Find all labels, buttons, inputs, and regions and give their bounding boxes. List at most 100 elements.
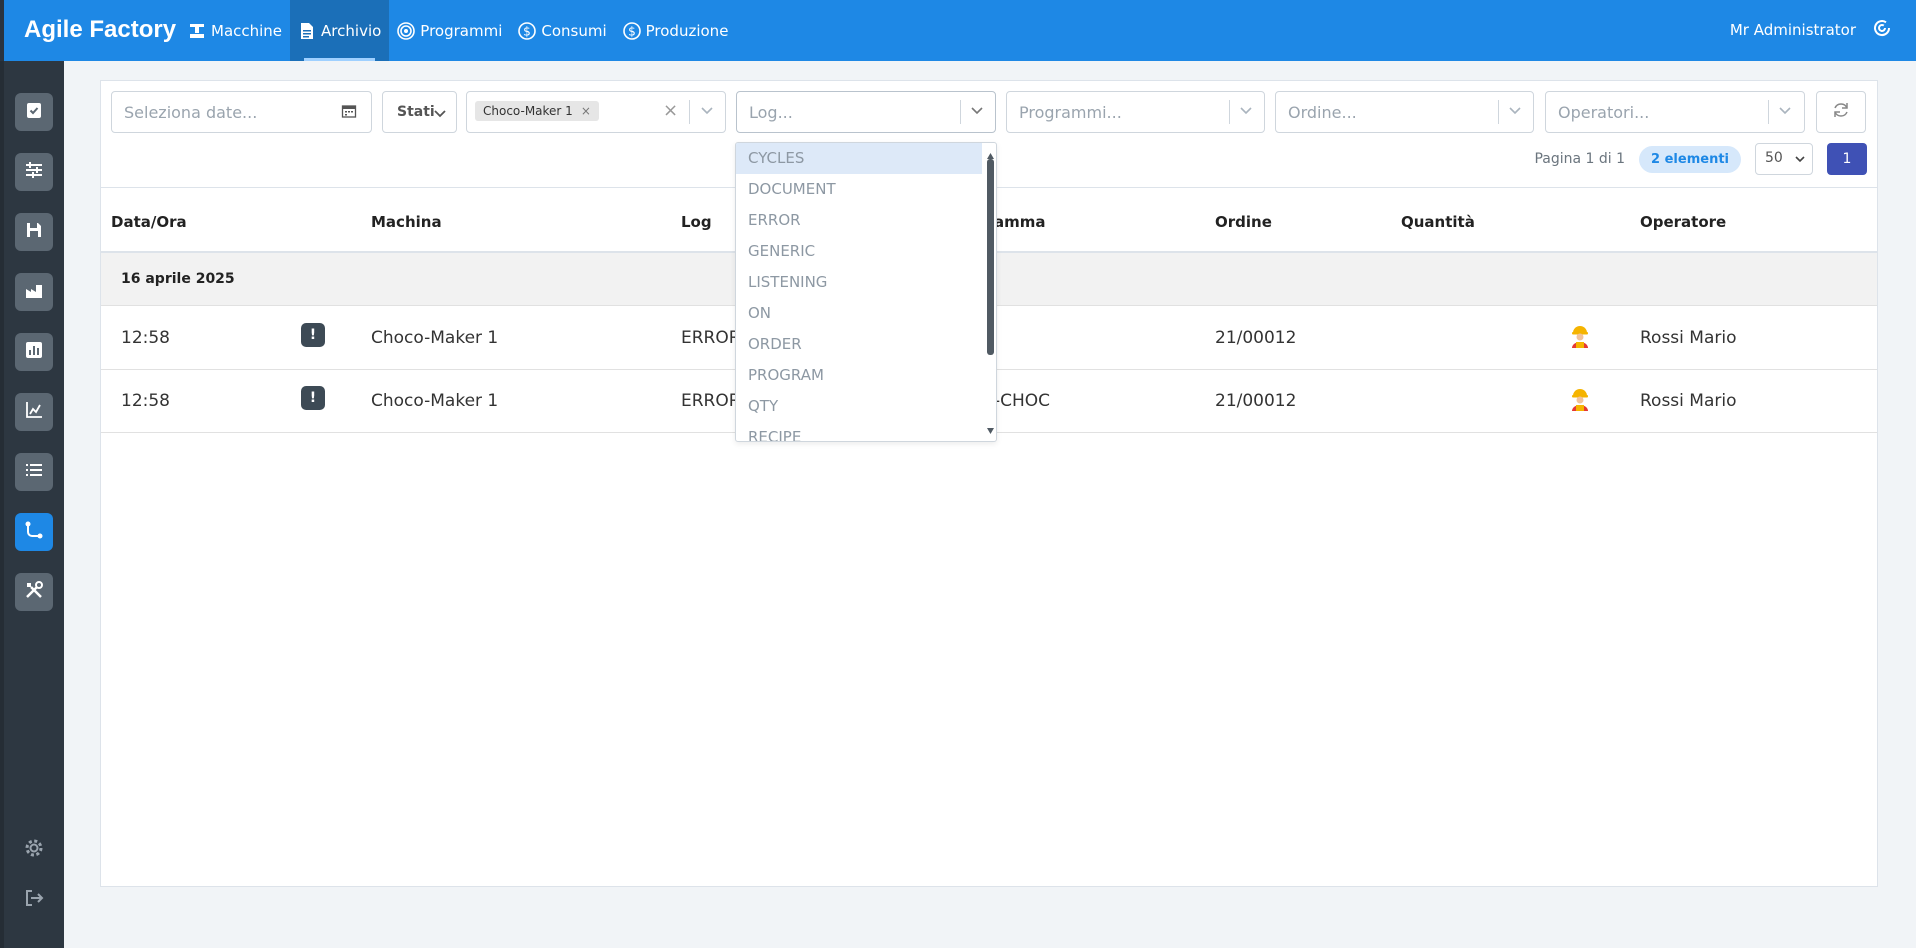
sidebar-logout[interactable] bbox=[15, 881, 53, 919]
chevron-down-icon[interactable] bbox=[969, 102, 985, 122]
dollar-icon: $ bbox=[622, 21, 641, 40]
machine-select[interactable]: Choco-Maker 1 × × bbox=[466, 91, 726, 133]
nav-produzione[interactable]: $ Produzione bbox=[615, 0, 737, 61]
log-option-document[interactable]: DOCUMENT bbox=[736, 174, 996, 205]
chevron-down-icon[interactable] bbox=[699, 102, 715, 122]
tools-icon bbox=[24, 580, 44, 604]
page-size-select[interactable]: 50 bbox=[1755, 143, 1813, 175]
sidebar-line-chart[interactable] bbox=[15, 393, 53, 431]
log-option-generic[interactable]: GENERIC bbox=[736, 236, 996, 267]
sidebar-tools[interactable] bbox=[15, 573, 53, 611]
col-datetime[interactable]: Data/Ora bbox=[111, 213, 187, 231]
clear-icon[interactable]: × bbox=[663, 100, 678, 121]
log-placeholder: Log... bbox=[749, 103, 793, 122]
separator bbox=[1229, 100, 1230, 124]
chevron-down-icon bbox=[433, 105, 447, 124]
clipboard-check-icon bbox=[24, 100, 44, 124]
row-machine: Choco-Maker 1 bbox=[371, 328, 499, 348]
order-select[interactable]: Ordine... bbox=[1275, 91, 1534, 133]
nav-archivio[interactable]: Archivio bbox=[290, 0, 390, 61]
sidebar-tasks[interactable] bbox=[15, 93, 53, 131]
line-chart-icon bbox=[24, 400, 44, 424]
calendar-icon[interactable] bbox=[341, 103, 357, 123]
log-option-error[interactable]: ERROR bbox=[736, 205, 996, 236]
pagination: Pagina 1 di 1 2 elementi 50 1 bbox=[1534, 143, 1867, 175]
order-placeholder: Ordine... bbox=[1288, 103, 1357, 122]
col-quantity[interactable]: Quantità bbox=[1401, 213, 1475, 231]
sidebar bbox=[0, 61, 64, 948]
sidebar-settings-sliders[interactable] bbox=[15, 153, 53, 191]
row-operator: Rossi Mario bbox=[1640, 328, 1737, 348]
operator-avatar-icon bbox=[1567, 386, 1593, 416]
target-icon bbox=[397, 21, 416, 40]
col-order[interactable]: Ordine bbox=[1215, 213, 1272, 231]
operator-avatar-icon bbox=[1567, 323, 1593, 353]
chevron-down-icon[interactable] bbox=[1507, 102, 1523, 122]
gear-icon bbox=[23, 837, 45, 863]
nav-label: Consumi bbox=[541, 21, 607, 40]
nav-programmi[interactable]: Programmi bbox=[389, 0, 510, 61]
col-program[interactable]: amma bbox=[994, 213, 1046, 231]
sidebar-factory[interactable] bbox=[15, 273, 53, 311]
operators-select[interactable]: Operatori... bbox=[1545, 91, 1805, 133]
log-option-listening[interactable]: LISTENING bbox=[736, 267, 996, 298]
chevron-down-icon[interactable] bbox=[1238, 102, 1254, 122]
dropdown-scrollbar[interactable] bbox=[986, 145, 994, 439]
scrollbar-thumb[interactable] bbox=[987, 159, 994, 355]
sidebar-gear[interactable] bbox=[15, 831, 53, 869]
row-order: 21/00012 bbox=[1215, 328, 1297, 348]
sidebar-list[interactable] bbox=[15, 453, 53, 491]
row-operator: Rossi Mario bbox=[1640, 391, 1737, 411]
sliders-icon bbox=[24, 160, 44, 184]
scroll-down-icon[interactable] bbox=[986, 420, 995, 439]
page-size-value: 50 bbox=[1765, 150, 1783, 166]
row-log: ERROR bbox=[681, 391, 741, 411]
nav-macchine[interactable]: Macchine bbox=[180, 0, 290, 61]
log-option-program[interactable]: PROGRAM bbox=[736, 360, 996, 391]
row-machine: Choco-Maker 1 bbox=[371, 391, 499, 411]
programs-placeholder: Programmi... bbox=[1019, 103, 1122, 122]
col-operator[interactable]: Operatore bbox=[1640, 213, 1726, 231]
col-machine[interactable]: Machina bbox=[371, 213, 442, 231]
user-menu[interactable]: Mr Administrator bbox=[1730, 18, 1892, 42]
programs-select[interactable]: Programmi... bbox=[1006, 91, 1265, 133]
tag-remove-icon[interactable]: × bbox=[581, 104, 591, 118]
flow-icon bbox=[24, 520, 44, 544]
log-option-qty[interactable]: QTY bbox=[736, 391, 996, 422]
nav-label: Archivio bbox=[321, 21, 382, 40]
chevron-down-icon[interactable] bbox=[1777, 102, 1793, 122]
log-select[interactable]: Log... bbox=[736, 91, 996, 133]
user-name[interactable]: Mr Administrator bbox=[1730, 21, 1856, 39]
log-dropdown-menu: CYCLES DOCUMENT ERROR GENERIC LISTENING … bbox=[735, 142, 997, 442]
refresh-button[interactable] bbox=[1816, 91, 1866, 133]
page-info: Pagina 1 di 1 bbox=[1534, 151, 1626, 167]
refresh-icon bbox=[1832, 101, 1850, 123]
log-option-cycles[interactable]: CYCLES bbox=[736, 143, 982, 174]
brand-logo-icon bbox=[1872, 18, 1892, 42]
row-time: 12:58 bbox=[121, 328, 170, 348]
floppy-icon bbox=[24, 220, 44, 244]
factory-icon bbox=[24, 280, 44, 304]
sidebar-flow[interactable] bbox=[15, 513, 53, 551]
nav-consumi[interactable]: $ Consumi bbox=[510, 0, 614, 61]
chevron-down-icon bbox=[1794, 153, 1806, 169]
page-button-1[interactable]: 1 bbox=[1827, 143, 1867, 175]
app-title[interactable]: Agile Factory bbox=[24, 16, 176, 44]
separator bbox=[1768, 100, 1769, 124]
machine-tag: Choco-Maker 1 × bbox=[475, 101, 599, 121]
separator bbox=[1498, 100, 1499, 124]
list-icon bbox=[24, 460, 44, 484]
sidebar-bar-chart[interactable] bbox=[15, 333, 53, 371]
nav-label: Macchine bbox=[211, 21, 283, 40]
log-option-order[interactable]: ORDER bbox=[736, 329, 996, 360]
date-range-input[interactable]: Seleziona date... bbox=[111, 91, 372, 133]
bar-chart-icon bbox=[24, 340, 44, 364]
log-option-recipe[interactable]: RECIPE bbox=[736, 422, 996, 441]
stati-dropdown[interactable]: Stati bbox=[382, 91, 457, 133]
col-log[interactable]: Log bbox=[681, 213, 712, 231]
separator bbox=[960, 100, 961, 124]
error-icon: ! bbox=[301, 323, 325, 347]
main-nav: Macchine Archivio Programmi $ Consumi $ … bbox=[180, 0, 736, 61]
sidebar-save[interactable] bbox=[15, 213, 53, 251]
log-option-on[interactable]: ON bbox=[736, 298, 996, 329]
